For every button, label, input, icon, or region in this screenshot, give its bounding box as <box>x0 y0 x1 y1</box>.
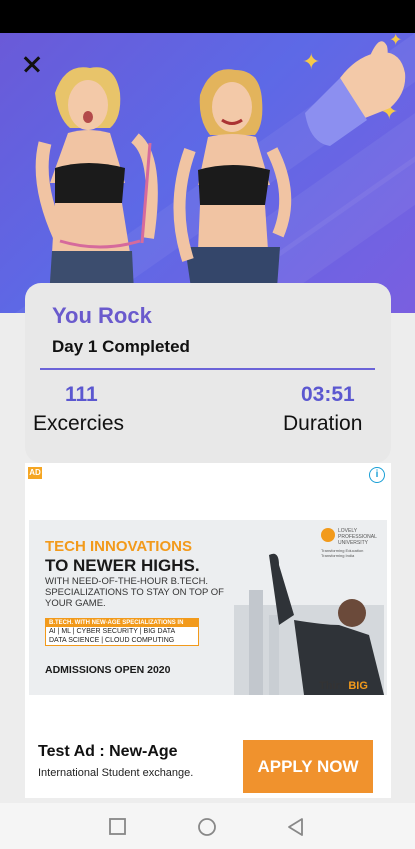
ad-banner-image[interactable]: LOVELY PROFESSIONAL UNIVERSITY Transform… <box>29 520 387 695</box>
exercises-count: 111 <box>65 383 98 406</box>
banner-headline-2: TO NEWER HIGHS. <box>45 556 200 575</box>
ad-badge: AD <box>28 467 42 479</box>
duration-value: 03:51 <box>301 383 355 406</box>
close-icon[interactable] <box>18 50 48 80</box>
nav-back-icon[interactable] <box>286 817 306 837</box>
hero-image: ✦ ✦ ✦ <box>0 33 415 313</box>
man-celebrating-illustration <box>234 553 384 695</box>
ad-container[interactable]: AD i LOVELY PROFESSIONAL UNIVERSITY Tran… <box>25 463 391 798</box>
woman-measuring-illustration <box>35 67 158 313</box>
specializations-box: B.TECH. WITH NEW-AGE SPECIALIZATIONS IN … <box>45 618 199 646</box>
info-icon[interactable]: i <box>369 467 385 483</box>
result-card: You Rock Day 1 Completed 111 Excercies 0… <box>25 283 391 463</box>
admissions-open: ADMISSIONS OPEN 2020 <box>45 664 171 676</box>
nav-recent-icon[interactable] <box>108 817 128 837</box>
day-completed-label: Day 1 Completed <box>52 337 190 356</box>
ad-title: Test Ad : New-Age <box>38 743 178 760</box>
banner-headline-1: TECH INNOVATIONS <box>45 538 192 555</box>
navigation-bar <box>0 803 415 849</box>
banner-body: WITH NEED-OF-THE-HOUR B.TECH. SPECIALIZA… <box>45 576 224 609</box>
status-bar <box>0 0 415 33</box>
apply-now-button[interactable]: APPLY NOW <box>243 740 373 793</box>
exercises-label: Excercies <box>33 412 125 435</box>
think-big-logo: ThinkBIG <box>319 680 368 692</box>
woman-loose-jeans-illustration <box>173 69 292 313</box>
result-title: You Rock <box>52 303 152 328</box>
duration-label: Duration <box>283 412 363 435</box>
nav-home-icon[interactable] <box>197 817 217 837</box>
divider <box>40 368 375 370</box>
ad-description: International Student exchange. <box>38 767 194 779</box>
thumbs-up-icon <box>305 41 406 146</box>
